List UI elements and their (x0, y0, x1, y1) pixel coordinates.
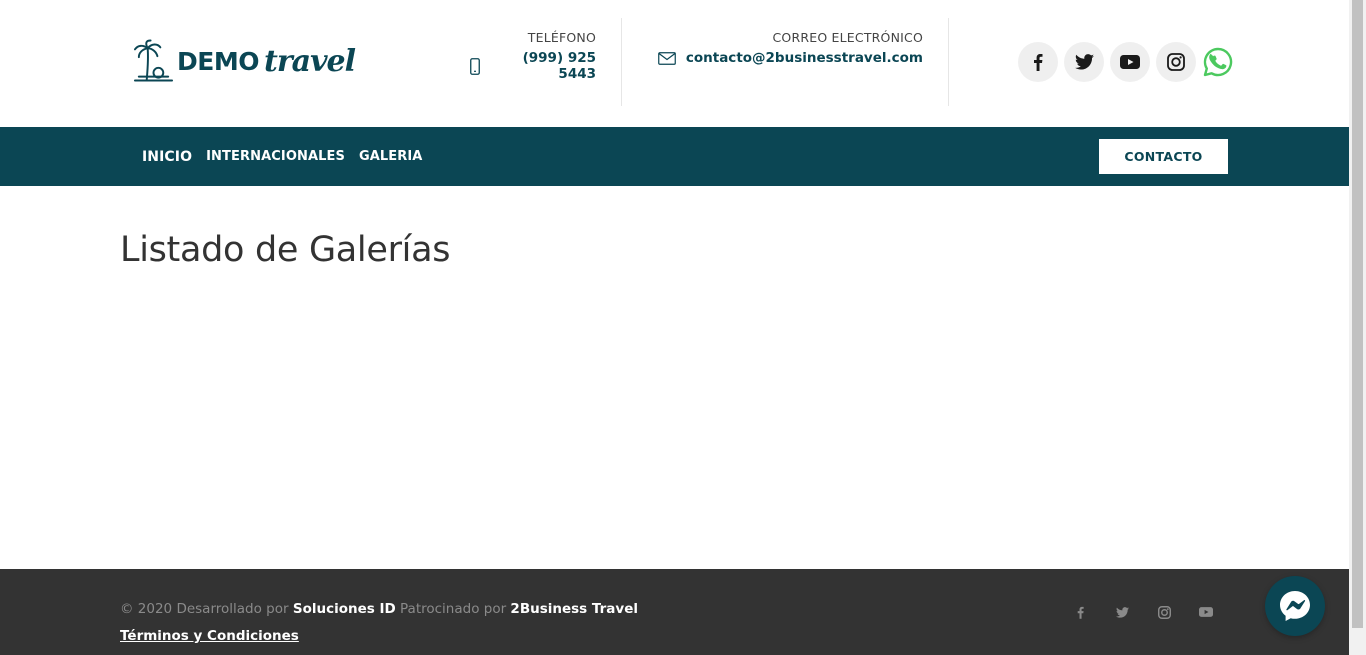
mobile-phone-icon (470, 57, 480, 75)
palm-tree-icon (133, 39, 174, 82)
nav-item-inicio[interactable]: INICIO (142, 149, 192, 165)
youtube-icon[interactable] (1199, 605, 1213, 619)
twitter-icon[interactable] (1115, 605, 1129, 619)
header-top: DEMO travel TELÉFONO (999) 925 5443 CORR… (0, 0, 1349, 127)
divider (621, 18, 622, 106)
footer: © 2020 Desarrollado por Soluciones ID Pa… (0, 569, 1349, 655)
envelope-icon (658, 51, 676, 65)
nav-menu: INICIO INTERNACIONALES GALERIA (142, 127, 436, 186)
main-navigation: INICIO INTERNACIONALES GALERIA CONTACTO (0, 127, 1349, 186)
email-link[interactable]: contacto@2businesstravel.com (686, 50, 923, 66)
facebook-icon[interactable] (1073, 605, 1087, 619)
whatsapp-icon[interactable] (1202, 46, 1234, 78)
page-title: Listado de Galerías (120, 230, 451, 270)
phone-contact: TELÉFONO (999) 925 5443 (470, 30, 596, 82)
twitter-icon[interactable] (1064, 42, 1104, 82)
developer-link[interactable]: Soluciones ID (293, 601, 396, 617)
sponsor-prefix-text: Patrocinado por (395, 601, 511, 617)
header-social-links (1018, 42, 1234, 82)
divider (948, 18, 949, 106)
logo-travel-text: travel (263, 43, 356, 79)
email-contact: CORREO ELECTRÓNICO contacto@2businesstra… (658, 30, 923, 66)
email-row: contacto@2businesstravel.com (658, 50, 923, 66)
phone-number-link[interactable]: (999) 925 5443 (490, 50, 596, 82)
terms-link[interactable]: Términos y Condiciones (120, 628, 299, 644)
facebook-icon[interactable] (1018, 42, 1058, 82)
nav-item-galeria[interactable]: GALERIA (359, 149, 423, 164)
scrollbar-thumb[interactable] (1352, 0, 1363, 628)
youtube-icon[interactable] (1110, 42, 1150, 82)
site-logo[interactable]: DEMO travel (133, 38, 356, 84)
footer-credits: © 2020 Desarrollado por Soluciones ID Pa… (120, 601, 638, 617)
instagram-icon[interactable] (1157, 605, 1171, 619)
phone-row: (999) 925 5443 (470, 50, 596, 82)
contact-button[interactable]: CONTACTO (1099, 139, 1228, 174)
email-label: CORREO ELECTRÓNICO (772, 30, 923, 45)
instagram-icon[interactable] (1156, 42, 1196, 82)
phone-label: TELÉFONO (527, 30, 596, 45)
messenger-icon (1280, 591, 1310, 621)
logo-demo-text: DEMO (177, 46, 259, 76)
page-scrollbar[interactable] (1349, 0, 1366, 655)
copyright-text: © 2020 Desarrollado por (120, 601, 293, 617)
footer-social-links (1073, 605, 1241, 619)
messenger-chat-button[interactable] (1265, 576, 1325, 636)
nav-item-internacionales[interactable]: INTERNACIONALES (206, 149, 345, 164)
sponsor-link[interactable]: 2Business Travel (510, 601, 638, 617)
